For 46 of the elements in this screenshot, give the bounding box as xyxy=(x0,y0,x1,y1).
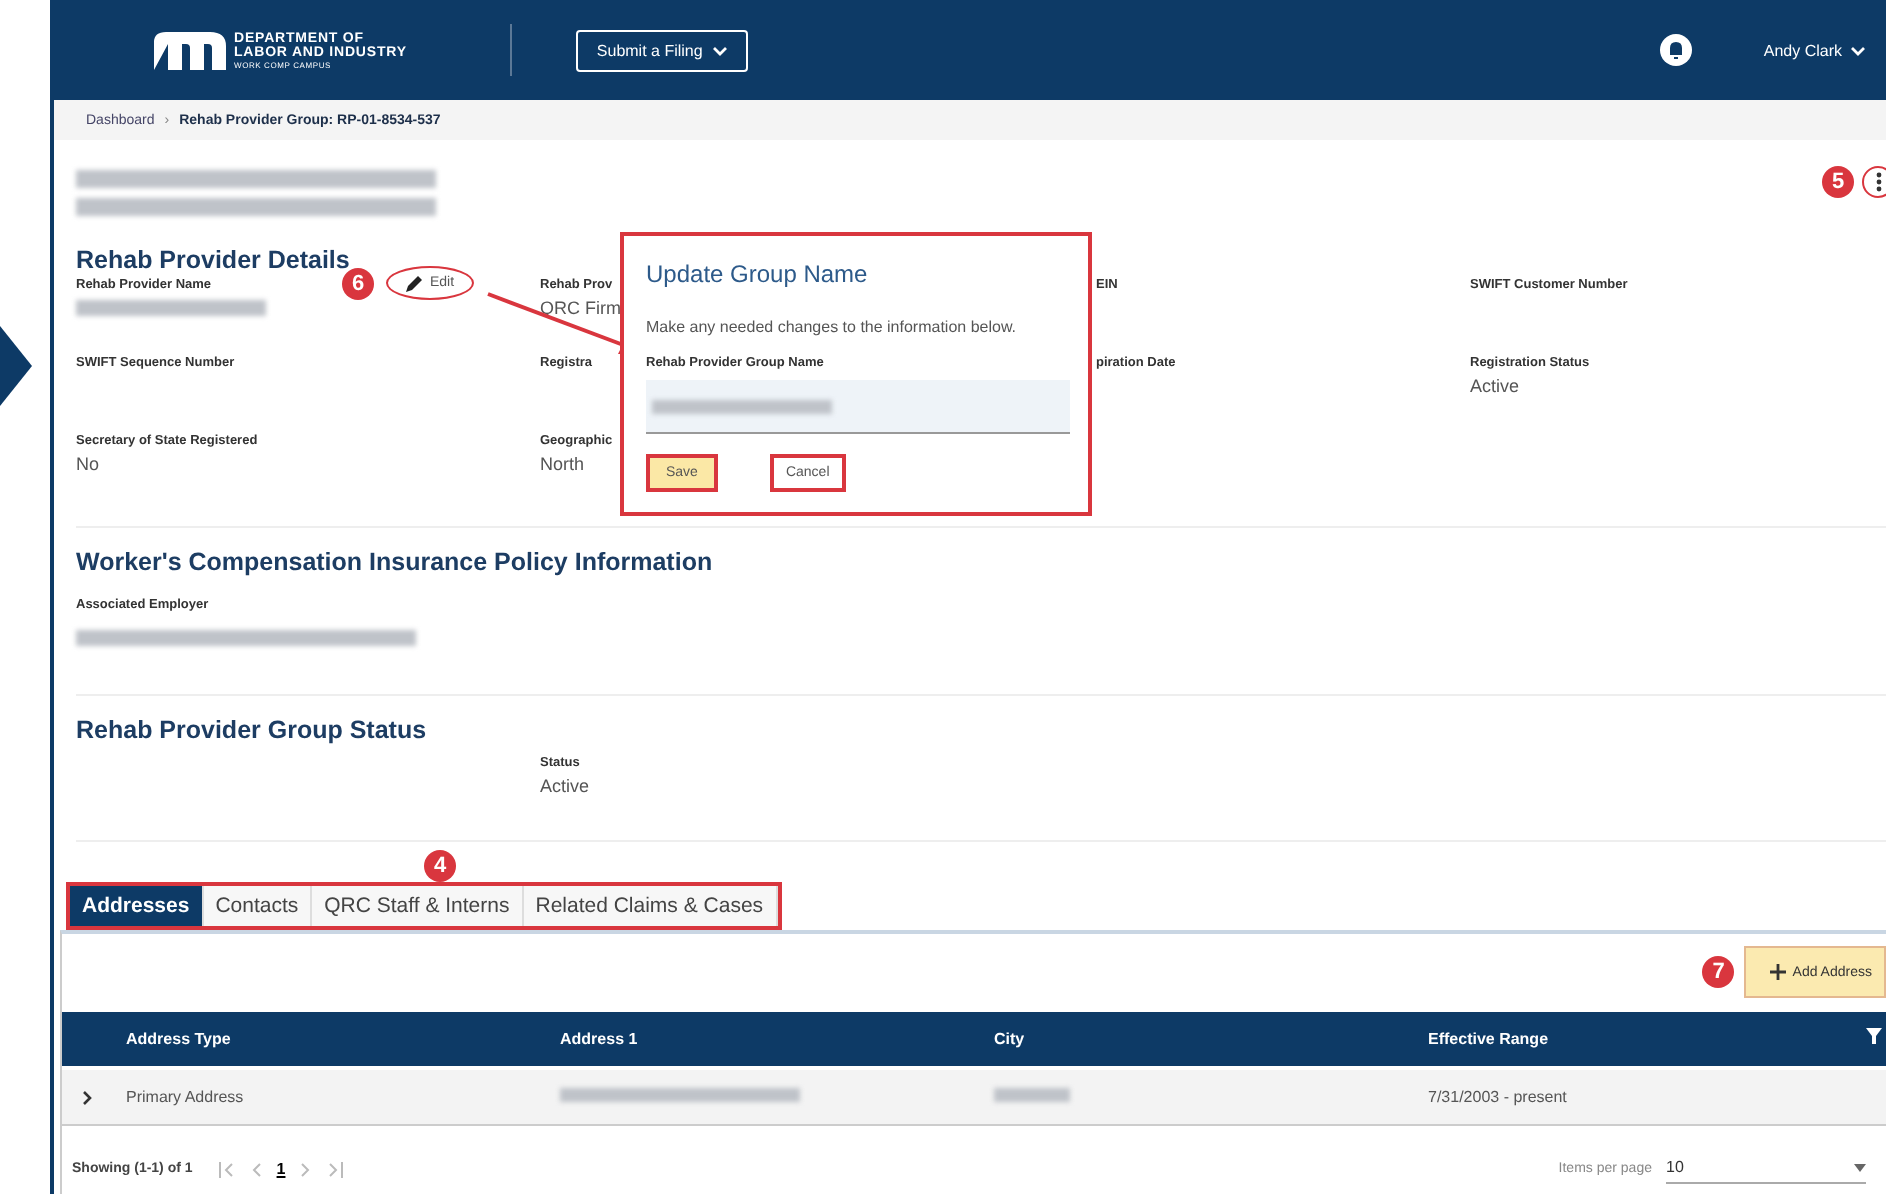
caret-icon xyxy=(1850,45,1866,55)
tab[interactable]: QRC Staff & Interns xyxy=(312,886,524,926)
field-value: QRC Firm xyxy=(540,298,621,318)
dialog-title: Update Group Name xyxy=(646,260,868,288)
page-number[interactable]: 1 xyxy=(276,1160,286,1178)
next-page-icon[interactable] xyxy=(299,1161,312,1177)
previous-page-icon[interactable] xyxy=(250,1161,263,1177)
column-header[interactable]: Effective Range xyxy=(1428,1030,1788,1048)
field-value: Active xyxy=(540,776,590,796)
callout-badge: 7 xyxy=(1702,956,1735,988)
logo-icon xyxy=(154,30,226,70)
redacted-value xyxy=(994,1088,1070,1102)
callout-badge: 5 xyxy=(1822,166,1854,198)
dialog-text: Make any needed changes to the information below. xyxy=(646,318,1017,336)
column-header[interactable]: Address 1 xyxy=(560,1030,994,1048)
field-value: No xyxy=(76,454,100,474)
caret-icon xyxy=(712,45,729,55)
callout-badge: 6 xyxy=(342,267,374,299)
first-page-icon[interactable] xyxy=(218,1161,237,1177)
more-menu-button[interactable] xyxy=(1862,166,1886,198)
tab[interactable]: Related Claims & Cases xyxy=(523,886,778,926)
submit-filing-button[interactable]: Submit a Filing xyxy=(576,29,749,71)
last-page-icon[interactable] xyxy=(325,1161,344,1177)
filter-icon[interactable] xyxy=(1866,1028,1882,1044)
pencil-icon xyxy=(406,274,424,292)
chevron-icon xyxy=(0,326,32,406)
column-header[interactable]: City xyxy=(994,1030,1428,1048)
table-row[interactable]: Primary Address 7/31/2003 - present xyxy=(62,1070,1886,1126)
expand-chevron-icon[interactable] xyxy=(82,1089,92,1105)
caret-icon xyxy=(1854,1163,1866,1171)
plus-icon xyxy=(1770,964,1787,980)
tab[interactable]: Contacts xyxy=(203,886,313,926)
items-per-page-select[interactable]: 10 xyxy=(1666,1154,1866,1184)
user-menu[interactable]: Andy Clark xyxy=(1751,39,1878,61)
callout-badge: 4 xyxy=(424,850,456,882)
table-cell-text: 7/31/2003 - present xyxy=(1428,1088,1569,1106)
table-cell-text: Primary Address xyxy=(126,1088,246,1106)
tab[interactable]: Addresses xyxy=(70,886,204,926)
section-heading: Worker's Compensation Insurance Policy Information xyxy=(76,548,715,576)
field-value: Active xyxy=(1470,376,1520,396)
bell-icon[interactable] xyxy=(1659,34,1692,66)
kebab-icon xyxy=(1875,172,1881,192)
column-header[interactable]: Address Type xyxy=(126,1030,560,1048)
group-name-field[interactable] xyxy=(646,380,1070,434)
section-heading: Rehab Provider Group Status xyxy=(76,716,429,744)
field-value: North xyxy=(540,454,585,474)
